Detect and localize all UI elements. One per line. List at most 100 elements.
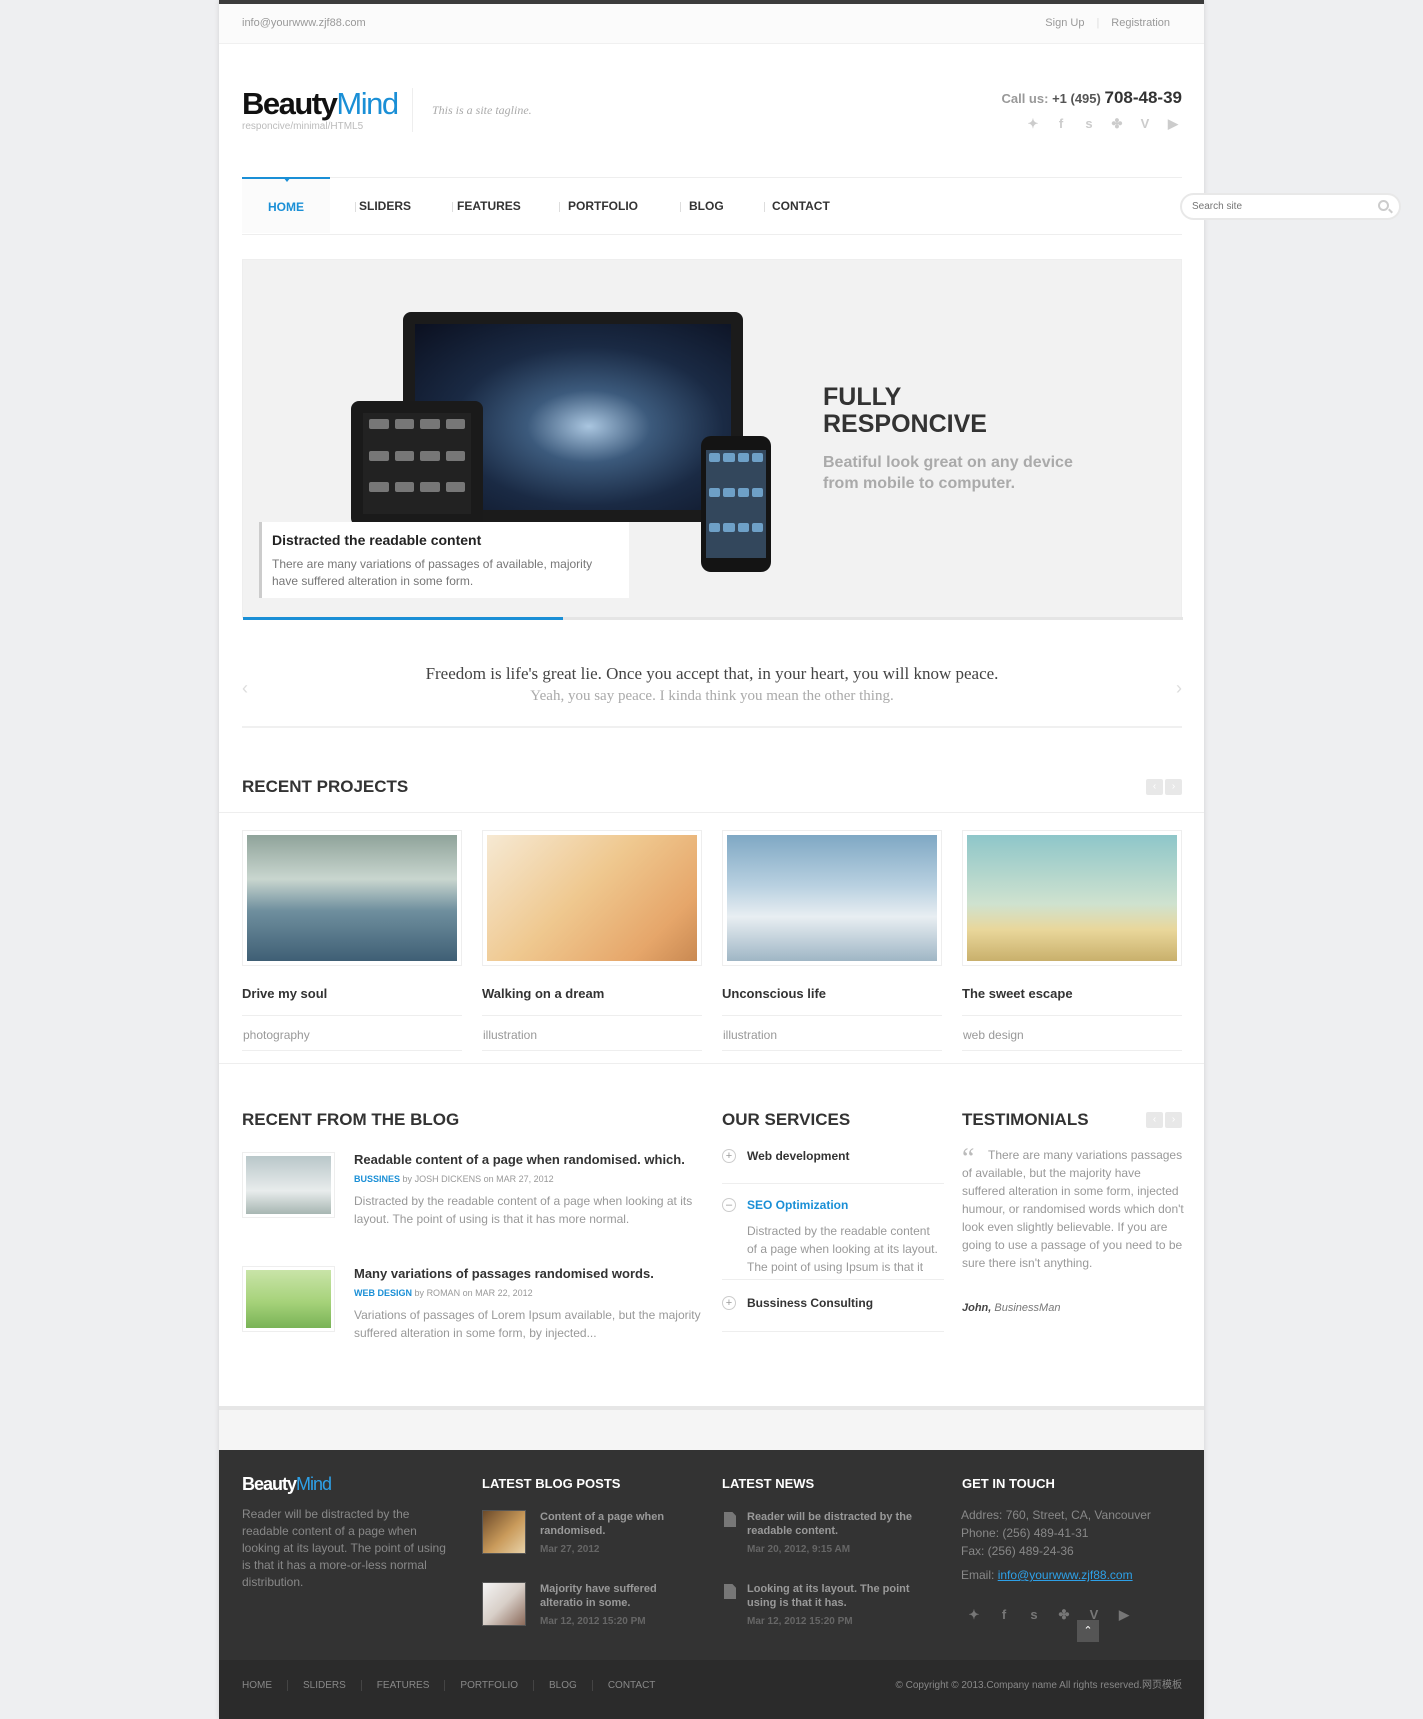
quote-icon: “	[962, 1143, 975, 1174]
post-thumbnail[interactable]	[482, 1510, 526, 1554]
blog-thumbnail[interactable]	[242, 1152, 335, 1218]
footer-nav-blog[interactable]: BLOG	[533, 1680, 592, 1691]
myspace-icon[interactable]: ✤	[1108, 117, 1126, 131]
project-image	[487, 835, 697, 961]
project-card[interactable]: Walking on a dream illustration	[482, 830, 702, 1051]
project-card[interactable]: Unconscious life illustration	[722, 830, 942, 1051]
news-date: Mar 20, 2012, 9:15 AM	[747, 1544, 851, 1555]
search-box	[1180, 193, 1401, 220]
nav-item-sliders[interactable]: SLIDERS	[359, 178, 411, 234]
project-card[interactable]: The sweet escape web design	[962, 830, 1182, 1051]
email-label: Email:	[961, 1568, 995, 1582]
author-name: John,	[962, 1302, 992, 1314]
app-icon	[723, 453, 735, 462]
service-item[interactable]: + Web development	[722, 1146, 944, 1184]
section-title-services: OUR SERVICES	[722, 1110, 851, 1129]
blog-post-title[interactable]: Readable content of a page when randomis…	[354, 1152, 704, 1167]
project-category[interactable]: illustration	[482, 1016, 702, 1051]
nav-item-contact[interactable]: CONTACT	[772, 178, 830, 234]
stumbleupon-icon[interactable]: s	[1080, 117, 1098, 131]
post-thumbnail[interactable]	[482, 1582, 526, 1626]
nav-item-blog[interactable]: BLOG	[689, 178, 724, 234]
footer-nav-portfolio[interactable]: PORTFOLIO	[444, 1680, 533, 1691]
plus-icon[interactable]: +	[722, 1149, 736, 1163]
post-category[interactable]: WEB DESIGN	[354, 1288, 412, 1298]
search-input[interactable]	[1192, 195, 1372, 218]
post-title[interactable]: Content of a page when randomised.	[540, 1510, 690, 1538]
signup-link[interactable]: Sign Up	[1033, 17, 1096, 29]
youtube-icon[interactable]: ▶	[1115, 1608, 1133, 1622]
tablet-image	[351, 401, 483, 526]
post-title[interactable]: Majority have suffered alteratio in some…	[540, 1582, 690, 1610]
footer-nav-contact[interactable]: CONTACT	[591, 1680, 671, 1691]
nav-item-home[interactable]: HOME	[242, 177, 330, 233]
youtube-icon[interactable]: ▶	[1164, 117, 1182, 131]
service-label[interactable]: SEO Optimization	[747, 1198, 848, 1212]
post-author[interactable]: ROMAN	[427, 1288, 461, 1298]
nav-item-portfolio[interactable]: PORTFOLIO	[568, 178, 638, 234]
facebook-icon[interactable]: f	[995, 1608, 1013, 1622]
footer-logo[interactable]: BeautyMind	[242, 1474, 332, 1495]
registration-link[interactable]: Registration	[1099, 17, 1182, 29]
chevron-left-icon[interactable]: ‹	[242, 678, 248, 699]
header-social: ✦ f s ✤ V ▶	[1024, 117, 1182, 131]
chevron-right-icon[interactable]: ›	[1176, 678, 1182, 699]
service-item-expanded[interactable]: – SEO Optimization Distracted by the rea…	[722, 1184, 944, 1280]
contact-info: Addres: 760, Street, CA, Vancouver Phone…	[961, 1506, 1151, 1584]
app-icon	[394, 419, 414, 429]
myspace-icon[interactable]: ✤	[1055, 1608, 1073, 1622]
facebook-icon[interactable]: f	[1052, 117, 1070, 131]
vimeo-icon[interactable]: V	[1136, 117, 1154, 131]
project-category[interactable]: web design	[962, 1016, 1182, 1051]
project-thumbnail[interactable]	[242, 830, 462, 966]
project-card[interactable]: Drive my soul photography	[242, 830, 462, 1051]
site-logo[interactable]: BeautyMind	[242, 86, 399, 122]
testimonials-pager: ‹ ›	[1146, 1112, 1182, 1128]
post-date: MAR 27, 2012	[496, 1174, 554, 1184]
project-thumbnail[interactable]	[962, 830, 1182, 966]
stumbleupon-icon[interactable]: s	[1025, 1608, 1043, 1622]
minus-icon[interactable]: –	[722, 1198, 736, 1212]
post-category[interactable]: BUSSINES	[354, 1174, 400, 1184]
next-button[interactable]: ›	[1165, 779, 1182, 795]
footer-nav-home[interactable]: HOME	[242, 1680, 287, 1691]
project-name[interactable]: The sweet escape	[962, 986, 1182, 1016]
service-label[interactable]: Bussiness Consulting	[747, 1296, 873, 1310]
footer-nav-sliders[interactable]: SLIDERS	[287, 1680, 361, 1691]
project-thumbnail[interactable]	[482, 830, 702, 966]
project-category[interactable]: photography	[242, 1016, 462, 1051]
divider	[452, 202, 453, 212]
projects-pager: ‹ ›	[1146, 779, 1182, 795]
app-icon	[751, 488, 763, 497]
service-label[interactable]: Web development	[747, 1149, 849, 1163]
prev-button[interactable]: ‹	[1146, 1112, 1163, 1128]
project-name[interactable]: Walking on a dream	[482, 986, 702, 1016]
news-date: Mar 12, 2012 15:20 PM	[747, 1616, 853, 1627]
phone-screen	[706, 450, 766, 558]
blog-thumbnail[interactable]	[242, 1266, 335, 1332]
topbar-email[interactable]: info@yourwww.zjf88.com	[242, 17, 366, 29]
twitter-icon[interactable]: ✦	[1024, 117, 1042, 131]
app-icon	[445, 482, 465, 493]
email-link[interactable]: info@yourwww.zjf88.com	[998, 1568, 1133, 1582]
project-category[interactable]: illustration	[722, 1016, 942, 1051]
post-author[interactable]: JOSH DICKENS	[415, 1174, 482, 1184]
back-to-top-button[interactable]: ⌃	[1077, 1620, 1099, 1642]
project-name[interactable]: Unconscious life	[722, 986, 942, 1016]
search-icon[interactable]	[1378, 200, 1389, 211]
twitter-icon[interactable]: ✦	[965, 1608, 983, 1622]
app-icon	[751, 523, 763, 532]
section-title-testimonials: TESTIMONIALS	[962, 1110, 1089, 1129]
meta-by: by	[414, 1288, 425, 1298]
news-title[interactable]: Reader will be distracted by the readabl…	[747, 1510, 932, 1538]
footer-nav-features[interactable]: FEATURES	[360, 1680, 445, 1691]
news-title[interactable]: Looking at its layout. The point using i…	[747, 1582, 932, 1610]
project-name[interactable]: Drive my soul	[242, 986, 462, 1016]
plus-icon[interactable]: +	[722, 1296, 736, 1310]
next-button[interactable]: ›	[1165, 1112, 1182, 1128]
blog-post-title[interactable]: Many variations of passages randomised w…	[354, 1266, 704, 1281]
prev-button[interactable]: ‹	[1146, 779, 1163, 795]
project-thumbnail[interactable]	[722, 830, 942, 966]
service-item[interactable]: + Bussiness Consulting	[722, 1280, 944, 1332]
nav-item-features[interactable]: FEATURES	[457, 178, 521, 234]
